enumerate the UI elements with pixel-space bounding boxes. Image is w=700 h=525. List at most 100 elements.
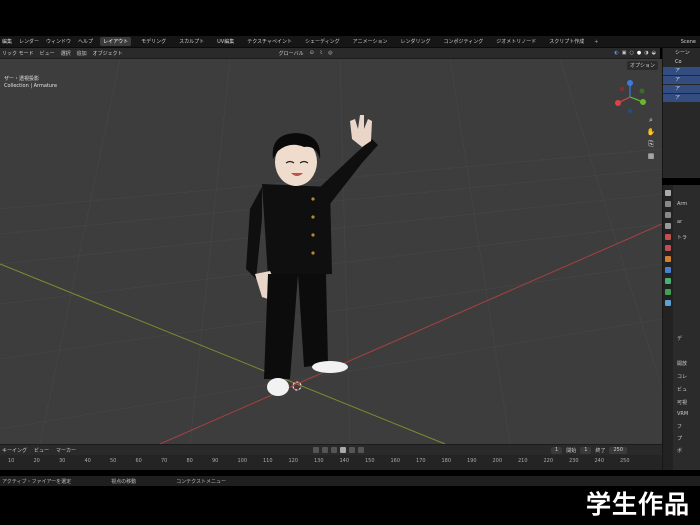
shading-buttons: ◐ ▣ ○ ● ◑ ◒ bbox=[614, 50, 656, 56]
tool-tab-icon[interactable] bbox=[665, 190, 671, 196]
object-tab-icon[interactable] bbox=[665, 256, 671, 262]
xray-icon[interactable]: ▣ bbox=[622, 50, 627, 56]
prop-row[interactable]: ビュ bbox=[677, 386, 687, 393]
timeline-tick-label: 220 bbox=[543, 458, 554, 464]
pan-hand-icon[interactable]: ✋ bbox=[646, 127, 656, 137]
menu-object[interactable]: オブジェクト bbox=[93, 50, 123, 57]
menu-select[interactable]: 選択 bbox=[61, 50, 71, 57]
view-layer-tab-icon[interactable] bbox=[665, 223, 671, 229]
prop-row[interactable]: フ bbox=[677, 423, 682, 430]
shading-rendered-icon[interactable]: ◒ bbox=[652, 50, 656, 56]
proportional-icon[interactable]: ◎ bbox=[328, 50, 332, 56]
jump-start-icon[interactable] bbox=[313, 447, 320, 453]
outliner-row[interactable]: ア bbox=[663, 67, 700, 75]
prop-row[interactable]: コレ bbox=[677, 373, 687, 380]
3d-viewport[interactable]: ザー・透視投影 Collection | Armature オプション ⌕ ✋ … bbox=[0, 59, 662, 444]
timeline-tick-label: 140 bbox=[339, 458, 350, 464]
prop-row[interactable]: VRM bbox=[677, 411, 688, 417]
camera-icon[interactable]: ⎘ bbox=[646, 139, 656, 149]
render-tab-icon[interactable] bbox=[665, 201, 671, 207]
tab-animation[interactable]: アニメーション bbox=[350, 37, 391, 46]
output-tab-icon[interactable] bbox=[665, 212, 671, 218]
bone-tab-icon[interactable] bbox=[665, 300, 671, 306]
prop-row[interactable]: ボ bbox=[677, 447, 682, 454]
timeline-tick-label: 160 bbox=[390, 458, 401, 464]
tab-geometry-nodes[interactable]: ジオメトリノード bbox=[493, 37, 539, 46]
tab-shading[interactable]: シェーディング bbox=[302, 37, 343, 46]
prev-key-icon[interactable] bbox=[322, 447, 329, 453]
transform-orientation-dropdown[interactable]: グローバル bbox=[279, 50, 304, 57]
outliner-panel: シーン Co ア ア ア ア bbox=[662, 48, 700, 178]
world-tab-icon[interactable] bbox=[665, 245, 671, 251]
tab-rendering[interactable]: レンダリング bbox=[397, 37, 433, 46]
modifier-tab-icon[interactable] bbox=[665, 267, 671, 273]
timeline-tick-label: 100 bbox=[237, 458, 248, 464]
shading-wire-icon[interactable]: ○ bbox=[630, 50, 634, 56]
caption-text: 学生作品 bbox=[585, 490, 690, 519]
jump-end-icon[interactable] bbox=[358, 447, 365, 453]
prop-row[interactable]: 可視 bbox=[677, 399, 687, 406]
add-workspace-button[interactable]: + bbox=[594, 39, 598, 45]
topbar: 編集 レンダー ウィンドウ ヘルプ レイアウト モデリング スカルプト UV編集… bbox=[0, 36, 700, 48]
tab-compositing[interactable]: コンポジティング bbox=[441, 37, 487, 46]
next-key-icon[interactable] bbox=[349, 447, 356, 453]
prop-row[interactable]: 開放 bbox=[677, 360, 687, 367]
start-label: 開始 bbox=[566, 447, 577, 454]
tab-texture-paint[interactable]: テクスチャペイント bbox=[244, 37, 295, 46]
tab-scripting[interactable]: スクリプト作成 bbox=[546, 37, 587, 46]
play-icon[interactable] bbox=[340, 447, 347, 453]
end-frame-field[interactable]: 250 bbox=[609, 446, 627, 454]
timeline-tick-label: 170 bbox=[416, 458, 426, 464]
prop-row: Arm bbox=[677, 201, 688, 207]
timeline-tick-label: 190 bbox=[467, 458, 477, 464]
navigation-gizmo[interactable] bbox=[610, 77, 650, 117]
mode-selector[interactable]: リック モード bbox=[2, 50, 34, 57]
tab-layout[interactable]: レイアウト bbox=[100, 37, 132, 46]
status-item: アクティブ・ファイアーを選定 bbox=[2, 478, 72, 485]
tab-uv-editing[interactable]: UV編集 bbox=[214, 37, 237, 46]
outliner-row[interactable]: ア bbox=[663, 85, 700, 93]
scene-selector[interactable]: Scene bbox=[681, 39, 696, 45]
shading-material-icon[interactable]: ◑ bbox=[644, 50, 648, 56]
start-frame-field[interactable]: 1 bbox=[580, 446, 592, 454]
pivot-icon[interactable]: ⊙ bbox=[310, 50, 314, 56]
shading-solid-icon[interactable]: ● bbox=[637, 50, 641, 56]
zoom-icon[interactable]: ⌕ bbox=[646, 115, 656, 125]
menu-marker[interactable]: マーカー bbox=[56, 447, 76, 454]
x-axis-line bbox=[159, 223, 662, 444]
timeline-tick-label: 60 bbox=[135, 458, 142, 464]
outliner-row[interactable]: ア bbox=[663, 94, 700, 102]
viewport-header: リック モード ビュー 選択 追加 オブジェクト グローバル ⊙ ⌇ ◎ ◐ ▣… bbox=[0, 48, 660, 59]
menu-keying[interactable]: キーイング bbox=[2, 447, 27, 454]
constraint-tab-icon[interactable] bbox=[665, 278, 671, 284]
tab-sculpt[interactable]: スカルプト bbox=[176, 37, 207, 46]
menu-window[interactable]: ウィンドウ bbox=[46, 38, 71, 45]
prop-row[interactable]: デ bbox=[677, 335, 682, 342]
character-model bbox=[246, 115, 378, 396]
snap-icon[interactable]: ⌇ bbox=[320, 50, 322, 56]
overlay-icon[interactable]: ◐ bbox=[614, 50, 618, 56]
outliner-row-collection[interactable]: Co bbox=[663, 58, 700, 66]
data-tab-icon[interactable] bbox=[665, 289, 671, 295]
timeline-tick-label: 10 bbox=[8, 458, 15, 464]
play-reverse-icon[interactable] bbox=[331, 447, 338, 453]
menu-edit[interactable]: 編集 bbox=[2, 38, 12, 45]
options-dropdown[interactable]: オプション bbox=[626, 61, 658, 70]
timeline-tick-label: 80 bbox=[186, 458, 193, 464]
menu-render[interactable]: レンダー bbox=[19, 38, 39, 45]
menu-help[interactable]: ヘルプ bbox=[78, 38, 93, 45]
menu-add[interactable]: 追加 bbox=[77, 50, 87, 57]
3d-cursor bbox=[292, 381, 302, 391]
prop-row[interactable]: トラ bbox=[677, 234, 687, 241]
prop-row[interactable]: プ bbox=[677, 435, 682, 442]
outliner-row-scene[interactable]: シーン bbox=[663, 49, 700, 57]
timeline-ruler[interactable]: 10 20 30 40 50 60 70 80 90 100 110 120 130 140 150 160 1… bbox=[0, 455, 662, 470]
blender-window: 編集 レンダー ウィンドウ ヘルプ レイアウト モデリング スカルプト UV編集… bbox=[0, 0, 700, 525]
scene-tab-icon[interactable] bbox=[665, 234, 671, 240]
current-frame-field[interactable]: 1 bbox=[551, 446, 563, 454]
tab-modeling[interactable]: モデリング bbox=[138, 37, 169, 46]
menu-timeline-view[interactable]: ビュー bbox=[34, 447, 49, 454]
grid-view-icon[interactable]: ▦ bbox=[646, 151, 656, 161]
outliner-row[interactable]: ア bbox=[663, 76, 700, 84]
menu-view[interactable]: ビュー bbox=[40, 50, 55, 57]
